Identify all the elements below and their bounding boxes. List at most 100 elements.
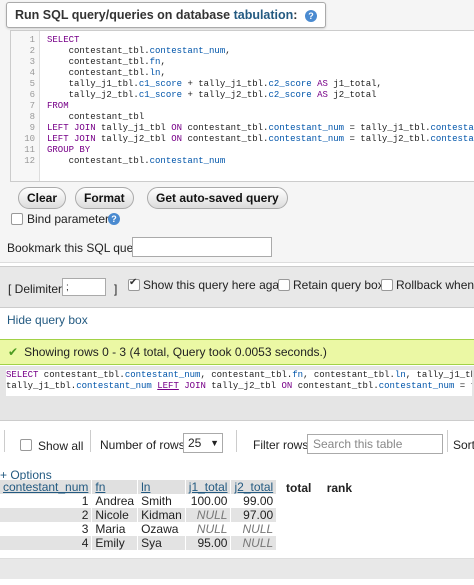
- table-cell: NULL: [230, 536, 278, 550]
- column-header-j1-total[interactable]: j1_total: [185, 480, 232, 494]
- delimiter-input[interactable]: ;: [62, 278, 106, 296]
- extra-column-headers: total rank: [286, 481, 352, 495]
- table-cell: 3: [0, 522, 93, 536]
- table-cell: Ozawa: [137, 522, 186, 536]
- total-header: total: [286, 481, 312, 495]
- table-cell: Sya: [137, 536, 186, 550]
- query-options-bar: [ Delimiter ; ] Show this query here aga…: [0, 266, 474, 308]
- table-cell: 95.00: [185, 536, 232, 550]
- table-cell: 1: [0, 494, 93, 508]
- bind-parameters-label: Bind parameters: [27, 212, 116, 226]
- code-text: SELECT: [47, 35, 80, 45]
- rows-per-page-value: 25: [188, 436, 202, 450]
- filter-search-input[interactable]: Search this table: [307, 434, 443, 454]
- bookmark-input[interactable]: [132, 237, 272, 257]
- rollback-checkbox[interactable]: [381, 279, 393, 291]
- delimiter-close-bracket: ]: [114, 282, 118, 296]
- line-number: 2: [29, 46, 35, 56]
- table-cell: NULL: [185, 508, 232, 522]
- results-table: contestant_num fn ln j1_total j2_total 1 Andr…: [0, 480, 278, 550]
- table-row[interactable]: 2 Nicole Kidman NULL 97.00: [0, 508, 278, 522]
- success-message: ✔ Showing rows 0 - 3 (4 total, Query took…: [0, 339, 474, 365]
- sort-label: Sort: [453, 438, 474, 452]
- line-number: 12: [24, 156, 35, 166]
- get-auto-saved-query-button[interactable]: Get auto-saved query: [147, 187, 288, 209]
- table-row[interactable]: 4 Emily Sya 95.00 NULL: [0, 536, 278, 550]
- hide-query-box-link[interactable]: Hide query box: [7, 313, 88, 327]
- table-cell: 4: [0, 536, 93, 550]
- table-cell: Emily: [91, 536, 139, 550]
- filter-rows-label: Filter rows:: [253, 438, 312, 452]
- line-number: 3: [29, 57, 35, 67]
- database-link[interactable]: tabulation: [234, 8, 294, 22]
- table-cell: Maria: [91, 522, 139, 536]
- dropdown-arrow-icon: ▼: [210, 438, 219, 448]
- executed-sql-text[interactable]: SELECT contestant_tbl.contestant_num, co…: [6, 370, 472, 396]
- code-text: FROM: [47, 101, 69, 111]
- legend-text: Run SQL query/queries on database: [15, 8, 234, 22]
- table-header-row: contestant_num fn ln j1_total j2_total: [0, 480, 278, 494]
- line-number: 9: [29, 123, 35, 133]
- line-number: 10: [24, 134, 35, 144]
- executed-sql-panel: SELECT contestant_tbl.contestant_num, co…: [0, 366, 474, 421]
- show-query-again-label: Show this query here again: [143, 278, 289, 292]
- show-all-label: Show all: [38, 439, 84, 453]
- table-cell: Nicole: [91, 508, 139, 522]
- clear-button[interactable]: Clear: [18, 187, 67, 209]
- checkmark-icon: ✔: [8, 345, 19, 359]
- sql-query-panel: Run SQL query/queries on database tabula…: [0, 0, 474, 263]
- rows-per-page-select[interactable]: 25 ▼: [183, 433, 223, 453]
- delimiter-label: [ Delimiter: [8, 282, 63, 296]
- code-text: contestant_tbl.ln,: [47, 68, 166, 78]
- line-number: 8: [29, 112, 35, 122]
- table-cell: 100.00: [185, 494, 232, 508]
- bookmark-label: Bookmark this SQL query:: [7, 241, 147, 255]
- column-header-contestant-num[interactable]: contestant_num: [0, 480, 93, 494]
- rollback-label: Rollback when fin: [396, 278, 474, 292]
- line-number: 6: [29, 90, 35, 100]
- bind-parameters-checkbox[interactable]: [11, 213, 23, 225]
- code-text: LEFT JOIN tally_j1_tbl ON contestant_tbl…: [47, 123, 474, 133]
- table-cell: 97.00: [230, 508, 278, 522]
- table-row[interactable]: 3 Maria Ozawa NULL NULL: [0, 522, 278, 536]
- retain-query-box-label: Retain query box: [293, 278, 384, 292]
- show-query-again-checkbox[interactable]: [128, 277, 140, 291]
- column-header-ln[interactable]: ln: [137, 480, 186, 494]
- query-legend: Run SQL query/queries on database tabula…: [6, 2, 326, 28]
- success-text: Showing rows 0 - 3 (4 total, Query took …: [24, 345, 327, 359]
- show-all-checkbox[interactable]: [20, 439, 32, 451]
- bottom-bar: [0, 558, 474, 579]
- table-row[interactable]: 1 Andrea Smith 100.00 99.00: [0, 494, 278, 508]
- column-header-j2-total[interactable]: j2_total: [230, 480, 278, 494]
- table-cell: 2: [0, 508, 93, 522]
- executed-sql-line: tally_j1_tbl.contestant_num LEFT JOIN ta…: [6, 381, 472, 391]
- line-number: 5: [29, 79, 35, 89]
- code-text: contestant_tbl.contestant_num,: [47, 46, 231, 56]
- code-text: contestant_tbl: [47, 112, 145, 122]
- number-of-rows-label: Number of rows:: [100, 438, 189, 452]
- sql-editor[interactable]: 1 SELECT 2 contestant_tbl.contestant_num, 3…: [10, 30, 474, 182]
- line-number: 11: [24, 145, 35, 155]
- table-cell: NULL: [230, 522, 278, 536]
- code-text: GROUP BY: [47, 145, 91, 155]
- format-button[interactable]: Format: [75, 187, 134, 209]
- code-text: contestant_tbl.fn,: [47, 57, 166, 67]
- help-icon[interactable]: ?: [108, 213, 120, 225]
- executed-sql-line: SELECT contestant_tbl.contestant_num, co…: [6, 370, 472, 380]
- rank-header: rank: [326, 481, 353, 495]
- table-cell: NULL: [185, 522, 232, 536]
- code-text: LEFT JOIN tally_j2_tbl ON contestant_tbl…: [47, 134, 474, 144]
- table-cell: Kidman: [137, 508, 186, 522]
- table-cell: Smith: [137, 494, 186, 508]
- retain-query-box-checkbox[interactable]: [278, 279, 290, 291]
- line-number: 1: [29, 35, 35, 45]
- line-number: 4: [29, 68, 35, 78]
- help-icon[interactable]: ?: [304, 9, 317, 22]
- code-text: tally_j2_tbl.c1_score + tally_j2_tbl.c2_…: [47, 90, 377, 100]
- table-cell: 99.00: [230, 494, 278, 508]
- code-text: tally_j1_tbl.c1_score + tally_j1_tbl.c2_…: [47, 79, 382, 89]
- code-text: contestant_tbl.contestant_num: [47, 156, 226, 166]
- column-header-fn[interactable]: fn: [91, 480, 139, 494]
- line-number: 7: [29, 101, 35, 111]
- table-cell: Andrea: [91, 494, 139, 508]
